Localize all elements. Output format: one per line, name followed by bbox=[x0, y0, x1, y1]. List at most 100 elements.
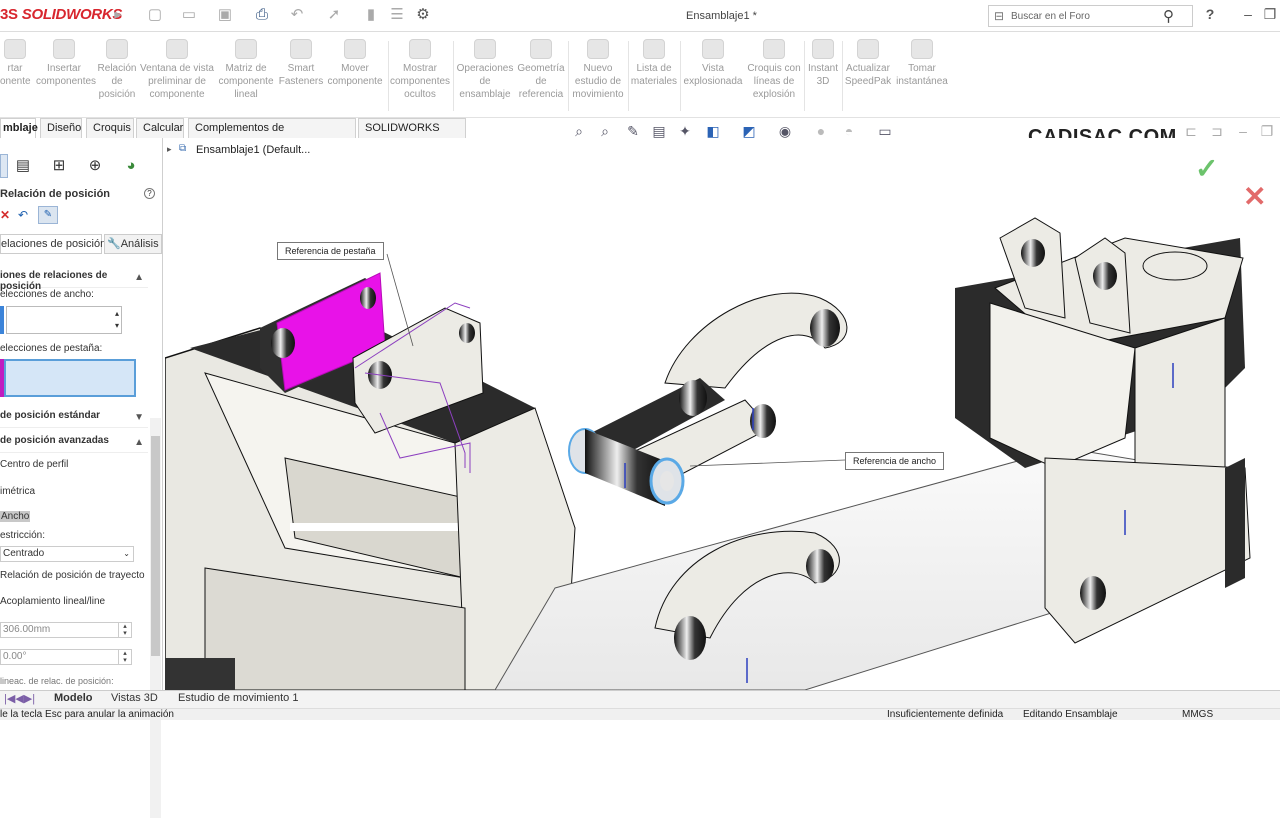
solidworks-logo[interactable]: 3S SOLIDWORKS bbox=[0, 6, 122, 23]
options-gear-icon[interactable]: ⚙ bbox=[414, 6, 432, 24]
fastener-icon bbox=[290, 39, 312, 59]
help-icon[interactable]: ? bbox=[1202, 6, 1218, 22]
distance-spinner[interactable]: ▴ ▾ bbox=[118, 623, 131, 637]
tab-addins[interactable]: Complementos de SOLIDWORKS bbox=[188, 118, 356, 152]
advanced-mates-header[interactable]: de posición avanzadas ▲ bbox=[0, 435, 148, 453]
linear-coupler-option[interactable]: Acoplamiento lineal/line bbox=[0, 596, 105, 607]
insert-components-button[interactable]: Insertar componentes bbox=[36, 37, 96, 115]
motion-study-icon bbox=[587, 39, 609, 59]
expand-menu-icon[interactable]: ▸ bbox=[109, 6, 127, 24]
rebuild-icon[interactable]: ▮ bbox=[362, 6, 380, 24]
update-speedpak-button[interactable]: Actualizar SpeedPak bbox=[844, 37, 892, 115]
help-icon[interactable]: ? bbox=[144, 188, 155, 199]
tab-evaluate[interactable]: Calcular bbox=[136, 118, 184, 138]
tab-analysis[interactable]: 🔧Análisis bbox=[104, 234, 162, 254]
component-icon bbox=[4, 39, 26, 59]
chevron-up-icon: ▲ bbox=[134, 437, 144, 448]
tab-reference-callout[interactable]: Referencia de pestaña bbox=[277, 242, 384, 260]
explode-line-sketch-button[interactable]: Croquis con líneas de explosión bbox=[746, 37, 802, 115]
profile-center-option[interactable]: Centro de perfil bbox=[0, 459, 68, 470]
tab-assembly[interactable]: mblaje bbox=[0, 118, 38, 138]
panel-scrollbar-thumb[interactable] bbox=[151, 436, 160, 656]
cancel-icon[interactable]: ✕ bbox=[0, 208, 10, 222]
ribbon-separator bbox=[628, 41, 629, 111]
assembly-model[interactable] bbox=[165, 138, 1280, 690]
tab-sketch[interactable]: Croquis bbox=[86, 118, 134, 138]
dimxpert-tab-icon[interactable]: ⊕ bbox=[82, 154, 108, 178]
print-icon[interactable]: ⎙ bbox=[253, 6, 271, 24]
feature-manager-tab[interactable] bbox=[0, 154, 8, 178]
bill-of-materials-button[interactable]: Lista de materiales bbox=[630, 37, 678, 115]
tab-model[interactable]: Modelo bbox=[54, 692, 93, 704]
new-document-icon[interactable]: ▢ bbox=[146, 6, 164, 24]
chevron-down-icon[interactable]: ▾ bbox=[115, 321, 119, 330]
insert-components-partial-button[interactable]: rtar onente bbox=[0, 37, 31, 115]
width-selections-box[interactable]: ▴ ▾ bbox=[6, 306, 122, 334]
restore-icon[interactable]: ❐ bbox=[1262, 6, 1278, 22]
accept-checkmark-icon[interactable]: ✓ bbox=[1195, 152, 1218, 185]
tab-mbd[interactable]: SOLIDWORKS MBD bbox=[358, 118, 466, 152]
undo-mate-icon[interactable]: ↶ bbox=[18, 208, 28, 222]
configuration-manager-tab-icon[interactable]: ⊞ bbox=[46, 154, 72, 178]
file-properties-icon[interactable]: ☰ bbox=[388, 6, 406, 24]
symmetric-option[interactable]: imétrica bbox=[0, 486, 35, 497]
tab-scroll-arrows-icon[interactable]: |◀◀▶| bbox=[4, 692, 35, 705]
angle-input[interactable]: 0.00° ▴ ▾ bbox=[0, 649, 132, 665]
restriction-label: estricción: bbox=[0, 530, 46, 541]
ribbon-separator bbox=[804, 41, 805, 111]
mate-alignment-label: lineac. de relac. de posición: bbox=[0, 676, 114, 686]
exploded-view-button[interactable]: Vista explosionada bbox=[682, 37, 744, 115]
undo-icon[interactable]: ↶ bbox=[288, 6, 306, 24]
width-option[interactable]: Ancho bbox=[0, 511, 31, 522]
instant3d-button[interactable]: Instant 3D bbox=[806, 37, 840, 115]
path-mate-option[interactable]: Relación de posición de trayecto bbox=[0, 570, 145, 581]
panel-scrollbar[interactable] bbox=[150, 418, 161, 818]
status-definition: Insuficientemente definida bbox=[887, 709, 1004, 720]
width-ref-leader bbox=[689, 459, 846, 467]
bucket-part[interactable] bbox=[165, 272, 576, 690]
search-scope-icon[interactable]: ⊟ bbox=[994, 9, 1004, 23]
smart-fasteners-button[interactable]: Smart Fasteners bbox=[278, 37, 324, 115]
show-hidden-components-button[interactable]: Mostrar componentes ocultos bbox=[390, 37, 450, 115]
search-input[interactable]: Buscar en el Foro bbox=[1011, 11, 1090, 22]
cancel-x-icon[interactable]: ✕ bbox=[1243, 180, 1266, 213]
search-icon[interactable]: ⚲ bbox=[1163, 7, 1174, 25]
mate-selections-header[interactable]: iones de relaciones de posición ▲ bbox=[0, 270, 148, 292]
graphics-area[interactable]: ▸ ⧉ Ensamblaje1 (Default... Referencia d… bbox=[165, 138, 1280, 690]
explode-sketch-icon bbox=[763, 39, 785, 59]
width-reference-callout[interactable]: Referencia de ancho bbox=[845, 452, 945, 470]
new-motion-study-button[interactable]: Nuevo estudio de movimiento bbox=[570, 37, 626, 115]
distance-input[interactable]: 306.00mm ▴ ▾ bbox=[0, 622, 132, 638]
tab-selections-box[interactable] bbox=[4, 359, 136, 397]
property-manager-tab-icon[interactable]: ▤ bbox=[10, 154, 36, 178]
selection-marker bbox=[0, 306, 4, 334]
angle-spinner[interactable]: ▴ ▾ bbox=[118, 650, 131, 664]
standard-mates-header[interactable]: de posición estándar ▼ bbox=[0, 410, 148, 428]
restriction-select[interactable]: Centrado ⌄ bbox=[0, 546, 134, 562]
ribbon-separator bbox=[842, 41, 843, 111]
tab-motion-study[interactable]: Estudio de movimiento 1 bbox=[178, 692, 298, 704]
search-box[interactable]: ⊟ Buscar en el Foro ⚲ bbox=[988, 5, 1193, 27]
tab-3d-views[interactable]: Vistas 3D bbox=[111, 692, 158, 704]
save-icon[interactable]: ▣ bbox=[216, 6, 234, 24]
tab-design[interactable]: Diseño bbox=[40, 118, 82, 138]
status-units[interactable]: MMGS bbox=[1182, 709, 1213, 721]
open-icon[interactable]: ▭ bbox=[180, 6, 198, 24]
ribbon-separator bbox=[680, 41, 681, 111]
select-icon[interactable]: ➚ bbox=[325, 6, 343, 24]
take-snapshot-button[interactable]: Tomar instantánea bbox=[894, 37, 950, 115]
preview-window-icon bbox=[166, 39, 188, 59]
display-manager-tab-icon[interactable]: ◕ bbox=[118, 154, 144, 178]
component-preview-button[interactable]: Ventana de vista preliminar de component… bbox=[140, 37, 214, 115]
ribbon-separator bbox=[453, 41, 454, 111]
reference-geometry-button[interactable]: Geometría de referencia bbox=[516, 37, 566, 115]
pin-icon[interactable]: ✎ bbox=[38, 206, 58, 224]
move-component-button[interactable]: Mover componente bbox=[326, 37, 384, 115]
link-part[interactable] bbox=[568, 292, 848, 506]
assembly-features-button[interactable]: Operaciones de ensamblaje bbox=[456, 37, 514, 115]
mate-button[interactable]: Relación de posición bbox=[96, 37, 138, 115]
linear-pattern-button[interactable]: Matriz de componente lineal bbox=[218, 37, 274, 115]
tab-mates[interactable]: elaciones de posición bbox=[0, 234, 106, 254]
minimize-icon[interactable]: – bbox=[1240, 6, 1256, 22]
chevron-up-icon[interactable]: ▴ bbox=[115, 309, 119, 318]
